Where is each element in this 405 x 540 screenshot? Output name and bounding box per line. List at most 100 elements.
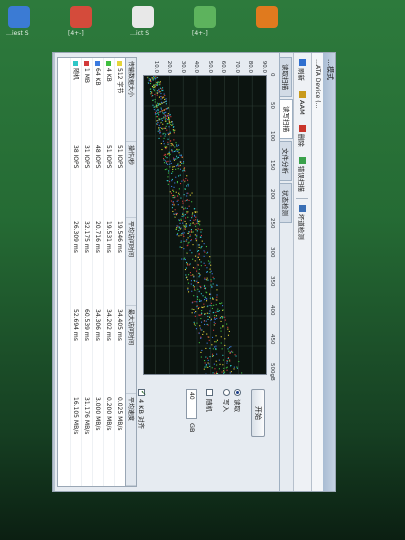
series-swatch[interactable] [73, 61, 78, 66]
access-point [168, 181, 171, 183]
access-point [179, 183, 182, 185]
disk-icon [299, 204, 306, 212]
read-radio-row[interactable]: 读取 [233, 389, 243, 412]
access-point [177, 164, 179, 166]
access-point [213, 278, 215, 280]
access-point [187, 185, 189, 187]
tab-0[interactable]: 读取扫描 [280, 57, 292, 97]
access-point [193, 288, 196, 290]
access-point [183, 169, 185, 172]
tab-3[interactable]: 状态检测 [280, 183, 292, 223]
col-max[interactable]: 最大访问时间 [126, 306, 136, 394]
series-swatch[interactable] [84, 61, 89, 66]
access-point [186, 212, 188, 214]
align-check-row[interactable]: 4 KB 对齐 [137, 389, 147, 429]
access-point [194, 215, 196, 217]
table-row[interactable]: 4 KB 51 IOPS 19.531 ms 34.202 ms 0.200 MB/s [103, 58, 114, 486]
access-point [161, 90, 163, 92]
access-point [212, 276, 214, 278]
access-point [206, 277, 208, 279]
access-point [167, 183, 169, 185]
random-checkbox[interactable] [206, 389, 214, 396]
access-point [185, 223, 187, 225]
cell-text: 4 KB [105, 68, 112, 82]
toolbar-button-disk[interactable]: 坏道检测 [295, 201, 310, 244]
read-radio[interactable] [234, 389, 242, 396]
access-point [179, 174, 181, 176]
app-icon-5[interactable] [256, 6, 278, 28]
access-point [185, 240, 187, 242]
access-point [207, 260, 209, 262]
align-checkbox[interactable] [138, 389, 146, 396]
table-row[interactable]: 64 KB 48 IOPS 20.716 ms 34.306 ms 3.000 MB/s [92, 58, 103, 486]
app-icon-4[interactable] [194, 6, 216, 28]
access-point [186, 276, 188, 278]
access-point [164, 153, 166, 155]
access-point [224, 338, 226, 340]
table-row[interactable]: 512 字节 51 IOPS 19.546 ms 34.405 ms 0.025 MB/… [114, 58, 125, 486]
access-point [160, 121, 162, 124]
access-point [182, 162, 185, 164]
access-point [172, 144, 174, 146]
col-size[interactable]: 传输数据大小 [126, 58, 136, 142]
access-point [197, 308, 199, 310]
app-icon-1[interactable] [8, 6, 30, 28]
access-point [172, 168, 174, 171]
access-point [171, 204, 173, 206]
access-point [229, 372, 231, 374]
series-swatch[interactable] [117, 61, 122, 66]
access-point [193, 321, 195, 323]
device-path[interactable]: …ATA Device (… [311, 53, 323, 491]
access-point [183, 168, 185, 170]
toolbar-button-scan[interactable]: 错误扫描 [295, 153, 310, 196]
series-swatch[interactable] [106, 61, 111, 66]
cell-avg: 32.175 ms [83, 221, 90, 253]
access-point [161, 88, 163, 90]
access-point [154, 93, 156, 95]
tab-1[interactable]: 读写扫描 [280, 99, 293, 139]
series-swatch[interactable] [95, 61, 100, 66]
access-point [179, 164, 181, 166]
access-point [157, 81, 159, 83]
access-point [173, 132, 175, 134]
scatter-plot [143, 75, 267, 375]
access-point [194, 260, 196, 262]
table-row[interactable]: 随机 38 IOPS 26.309 ms 52.694 ms 16.105 MB/s [70, 58, 81, 486]
access-point [189, 272, 191, 274]
size-spinner[interactable]: 40 [186, 389, 197, 419]
access-point [165, 108, 167, 110]
access-point [209, 347, 211, 349]
write-radio-row[interactable]: 写入 [222, 389, 232, 412]
col-ops[interactable]: 操作/秒 [126, 142, 136, 218]
access-point [220, 320, 222, 322]
access-point [213, 315, 216, 317]
access-point [216, 294, 218, 296]
access-point [160, 101, 162, 103]
access-point [156, 92, 158, 94]
access-point [236, 367, 238, 369]
access-point [161, 110, 163, 112]
write-radio[interactable] [223, 389, 231, 396]
access-point [184, 228, 186, 230]
table-row[interactable]: 1 MB 31 IOPS 32.175 ms 60.539 ms 31.176 MB/s [81, 58, 92, 486]
access-point [221, 302, 223, 304]
toolbar-button-aam[interactable]: AAM [295, 87, 310, 119]
toolbar-button-delete[interactable]: 删除 [295, 121, 310, 151]
access-point [175, 168, 177, 170]
col-avg[interactable]: 平均访问时间 [126, 218, 136, 306]
access-point [215, 371, 218, 373]
access-point [205, 300, 208, 302]
start-button[interactable]: 开始 [251, 389, 265, 437]
col-speed[interactable]: 平均速度 [126, 394, 136, 486]
app-icon-3[interactable] [132, 6, 154, 28]
random-check-row[interactable]: 随机 [205, 389, 215, 412]
toolbar-button-refresh[interactable]: 刷新 [295, 55, 310, 85]
tab-2[interactable]: 文件分析 [280, 141, 292, 181]
x-tick-label: 0 [269, 73, 275, 77]
access-point [191, 201, 193, 203]
access-point [184, 214, 186, 216]
app-icon-2[interactable] [70, 6, 92, 28]
access-point [203, 323, 206, 325]
access-point [161, 102, 163, 104]
access-point [169, 131, 171, 133]
